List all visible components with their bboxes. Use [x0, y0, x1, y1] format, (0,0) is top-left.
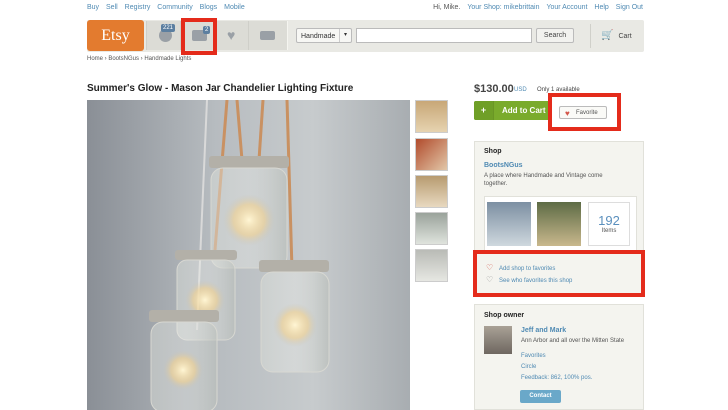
owner-circle-link[interactable]: Circle [521, 364, 536, 370]
currency-link[interactable]: USD [514, 87, 527, 93]
thumbnail-2[interactable] [415, 138, 448, 171]
storefront-icon [260, 31, 275, 40]
activity-count-badge: 221 [161, 24, 176, 32]
nav-link-buy[interactable]: Buy [87, 4, 99, 11]
nav-link-blogs[interactable]: Blogs [200, 4, 218, 11]
your-account-link[interactable]: Your Account [546, 4, 587, 11]
listing-main-image[interactable] [87, 100, 410, 410]
owner-feedback-link[interactable]: Feedback: 862, 100% pos. [521, 375, 592, 381]
owner-favorites-link[interactable]: Favorites [521, 353, 546, 359]
owner-location: Ann Arbor and all over the Mitten State [521, 338, 625, 344]
cart-button[interactable]: 🛒 Cart [590, 24, 644, 48]
category-select-value: Handmade [301, 33, 336, 40]
nav-link-community[interactable]: Community [157, 4, 192, 11]
shop-heading: Shop [484, 148, 502, 155]
item-count-label: Items [601, 228, 617, 234]
chevron-down-icon: ▾ [339, 29, 351, 42]
thumbnail-4[interactable] [415, 212, 448, 245]
shop-item-count[interactable]: 192 Items [588, 202, 630, 246]
owner-avatar[interactable] [484, 326, 512, 354]
greeting: Hi, Mike. [433, 4, 461, 11]
nav-link-mobile[interactable]: Mobile [224, 4, 245, 11]
search-input[interactable] [356, 28, 532, 43]
cart-icon: 🛒 [601, 30, 614, 41]
highlight-box-favorite [548, 93, 621, 131]
add-to-cart-label: Add to Cart [502, 106, 546, 115]
heart-icon: ♥ [227, 27, 236, 43]
shop-owner-heading: Shop owner [484, 312, 525, 319]
etsy-logo[interactable]: Etsy [87, 20, 144, 51]
thumbnail-1[interactable] [415, 100, 448, 133]
shop-nav-button[interactable] [248, 21, 288, 50]
user-links: Hi, Mike. Your Shop: mikebrittain Your A… [428, 4, 643, 11]
nav-link-sell[interactable]: Sell [106, 4, 118, 11]
help-link[interactable]: Help [594, 4, 608, 11]
shop-name-link[interactable]: BootsNGus [484, 162, 523, 169]
your-shop-link[interactable]: Your Shop: mikebrittain [467, 4, 539, 11]
thumbnail-5[interactable] [415, 249, 448, 282]
shop-item-image-2[interactable] [537, 202, 581, 246]
search-button[interactable]: Search [536, 28, 574, 43]
highlight-box-messages [181, 18, 217, 55]
cart-label: Cart [618, 33, 632, 40]
nav-link-registry[interactable]: Registry [125, 4, 151, 11]
thumbnail-3[interactable] [415, 175, 448, 208]
top-links: Buy Sell Registry Community Blogs Mobile [87, 4, 250, 11]
add-to-cart-button[interactable]: + Add to Cart [474, 101, 551, 120]
sign-out-link[interactable]: Sign Out [616, 4, 643, 11]
listing-title: Summer's Glow - Mason Jar Chandelier Lig… [87, 83, 354, 94]
cart-plus-icon: + [474, 101, 494, 120]
item-count-number: 192 [598, 213, 620, 228]
contact-button[interactable]: Contact [520, 390, 561, 403]
owner-name-link[interactable]: Jeff and Mark [521, 327, 566, 334]
listing-price: $130.00 [474, 83, 514, 95]
category-select[interactable]: Handmade ▾ [296, 28, 352, 43]
mason-jar-chandelier-photo [149, 100, 330, 410]
breadcrumb: Home › BootsNGus › Handmade Lights [87, 56, 192, 62]
shop-description: A place where Handmade and Vintage come … [484, 173, 603, 187]
highlight-box-shop-favorites [473, 250, 645, 297]
shop-item-image-1[interactable] [487, 202, 531, 246]
